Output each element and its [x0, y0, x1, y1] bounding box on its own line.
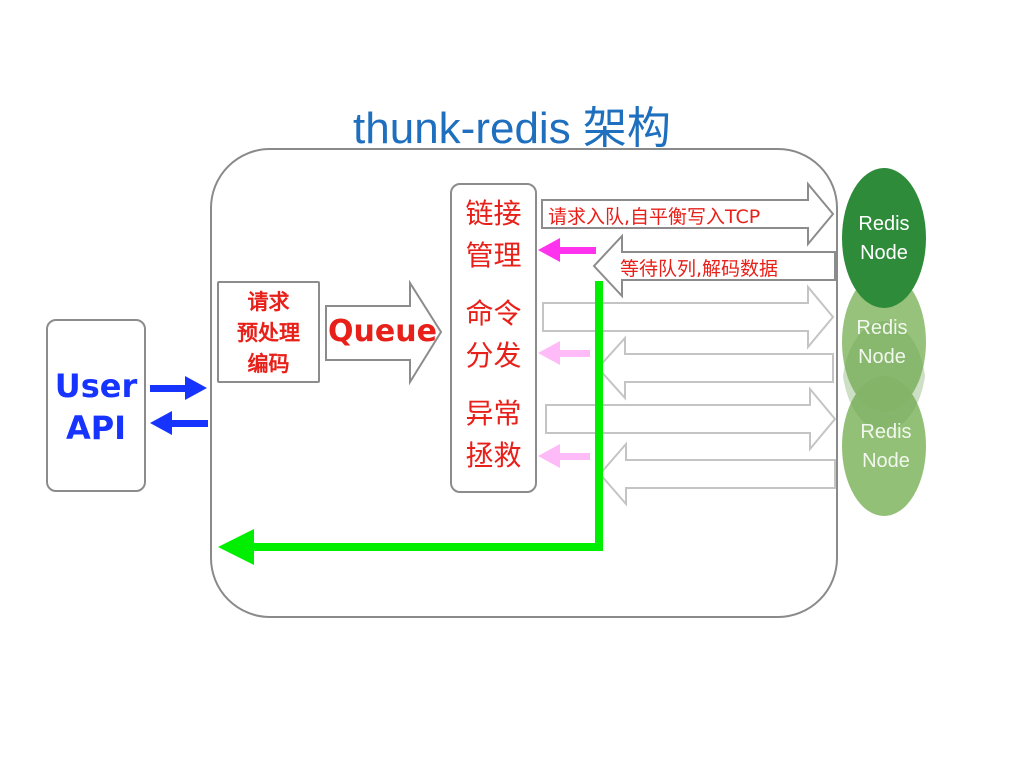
redis-node-1-line1: Redis	[858, 213, 910, 235]
preprocess-label: 请求 预处理 编码	[219, 287, 318, 380]
preprocess-line2: 预处理	[237, 321, 300, 345]
redis-node-2-line1: Redis	[856, 317, 908, 339]
redis-node-1-line2: Node	[860, 242, 908, 264]
redis-node-3-line1: Redis	[860, 421, 912, 443]
response-arrow-label: 等待队列,解码数据	[620, 258, 779, 280]
response-arrow-2	[596, 335, 834, 401]
queue-label: Queue	[328, 314, 437, 349]
user-api-box: User API	[46, 319, 146, 492]
redis-node-3-label: Redis Node	[846, 418, 926, 476]
request-arrow-2	[542, 284, 835, 350]
mgr-rescue-line2: 拯救	[465, 439, 522, 472]
redis-node-2-line2: Node	[858, 346, 906, 368]
redis-node-2-label: Redis Node	[842, 314, 922, 372]
mgr-rescue-line1: 异常	[465, 397, 522, 430]
mgr-connection-line2: 管理	[465, 239, 522, 272]
preprocess-box: 请求 预处理 编码	[217, 281, 320, 383]
preprocess-line1: 请求	[247, 290, 290, 314]
connection-manager-box: 链接 管理 命令 分发 异常 拯救	[450, 183, 537, 493]
request-arrow-label: 请求入队,自平衡写入TCP	[548, 206, 761, 228]
pink-arrow-3	[538, 444, 590, 468]
mgr-dispatch-line2: 分发	[465, 339, 522, 372]
magenta-arrow	[538, 238, 596, 262]
response-arrow-3	[598, 441, 836, 507]
pink-arrow-2	[538, 341, 590, 365]
redis-node-1-label: Redis Node	[844, 210, 924, 268]
mgr-connection-line1: 链接	[465, 197, 522, 230]
redis-node-3-line2: Node	[862, 450, 910, 472]
request-arrow-3	[545, 386, 837, 452]
mgr-dispatch-line1: 命令	[465, 297, 522, 330]
preprocess-line3: 编码	[247, 352, 290, 376]
user-api-label: User API	[48, 365, 144, 449]
user-api-line1: User	[54, 367, 138, 405]
preprocess-to-user-arrow	[150, 411, 208, 435]
user-to-preprocess-arrow	[150, 376, 207, 400]
user-api-line2: API	[65, 409, 127, 447]
